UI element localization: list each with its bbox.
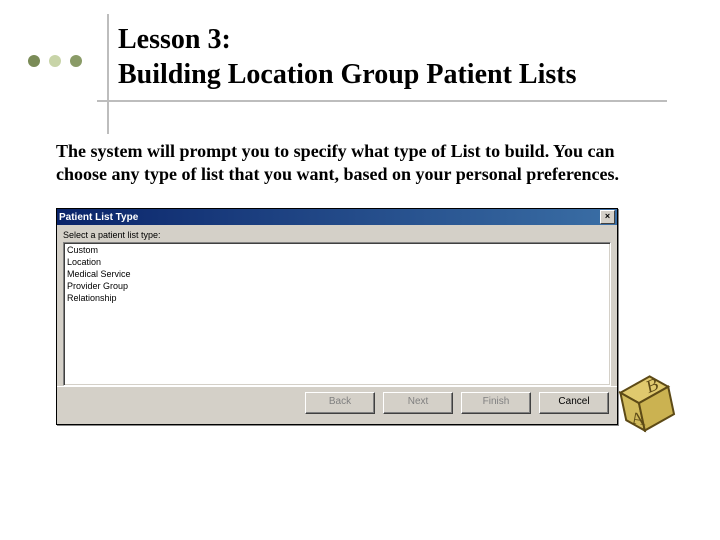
dialog-title: Patient List Type xyxy=(59,212,138,223)
next-button[interactable]: Next xyxy=(383,392,453,414)
abc-block-icon: A B xyxy=(604,358,684,438)
list-item[interactable]: Medical Service xyxy=(67,268,607,280)
divider-vertical xyxy=(107,14,109,134)
cancel-button[interactable]: Cancel xyxy=(539,392,609,414)
bullet-dot xyxy=(28,55,40,67)
list-item[interactable]: Relationship xyxy=(67,292,607,304)
bullet-dot xyxy=(49,55,61,67)
dialog-button-row: Back Next Finish Cancel xyxy=(57,386,617,424)
list-item[interactable]: Location xyxy=(67,256,607,268)
list-item[interactable]: Provider Group xyxy=(67,280,607,292)
dialog-prompt: Select a patient list type: xyxy=(57,225,617,242)
title-line-1: Lesson 3: xyxy=(118,24,231,55)
slide-body-text: The system will prompt you to specify wh… xyxy=(56,140,666,185)
slide-title: Lesson 3: Building Location Group Patien… xyxy=(118,22,576,92)
finish-button[interactable]: Finish xyxy=(461,392,531,414)
dialog-titlebar: Patient List Type × xyxy=(57,209,617,225)
decorative-bullets xyxy=(28,55,82,67)
close-button[interactable]: × xyxy=(600,210,615,224)
back-button[interactable]: Back xyxy=(305,392,375,414)
patient-list-type-dialog: Patient List Type × Select a patient lis… xyxy=(56,208,618,425)
title-line-2: Building Location Group Patient Lists xyxy=(118,59,576,90)
list-type-listbox[interactable]: Custom Location Medical Service Provider… xyxy=(63,242,611,386)
divider-horizontal xyxy=(97,100,667,102)
bullet-dot xyxy=(70,55,82,67)
list-item[interactable]: Custom xyxy=(67,244,607,256)
